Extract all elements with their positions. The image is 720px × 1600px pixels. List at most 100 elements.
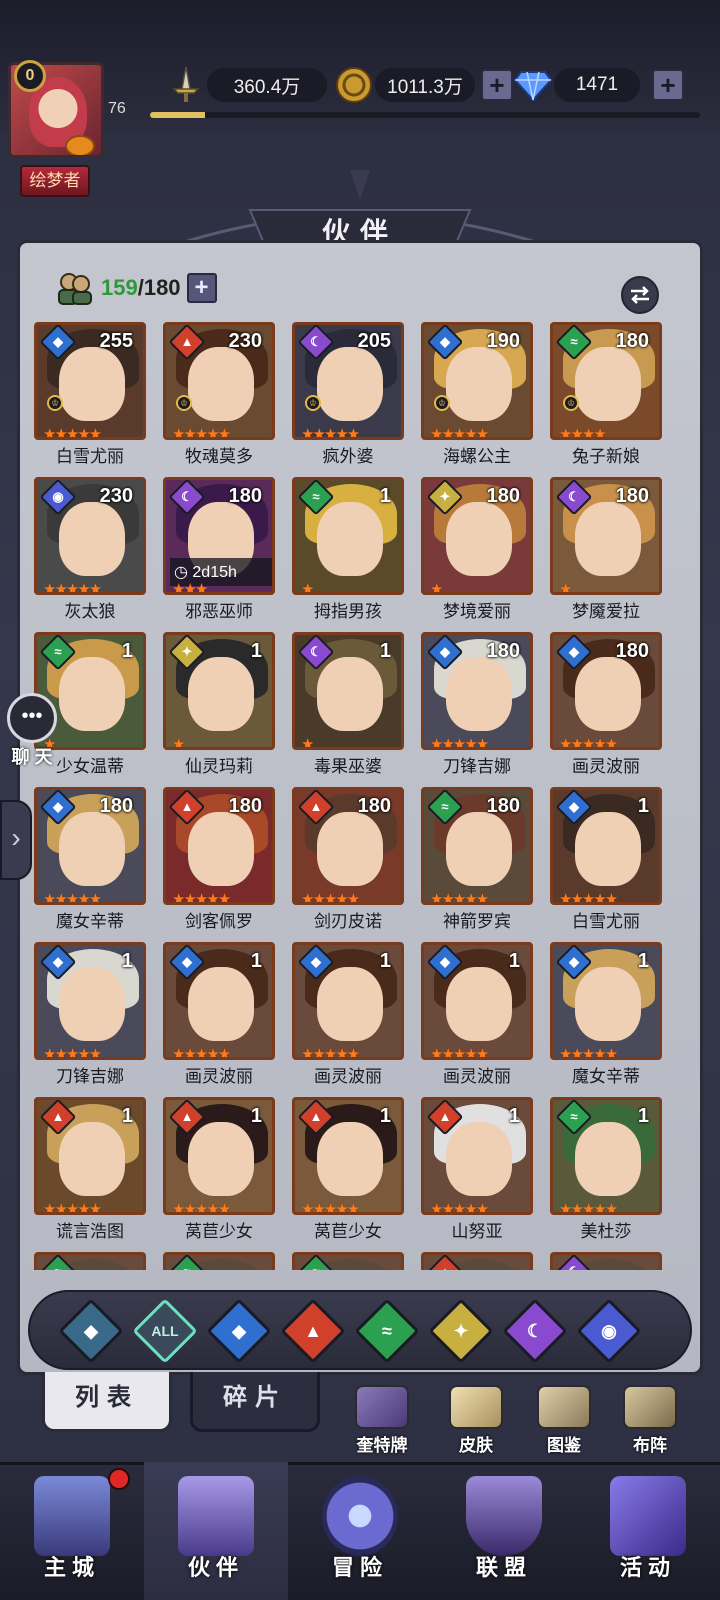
add-gold-button[interactable]: +	[481, 69, 513, 101]
companion-level: 1	[508, 950, 520, 972]
companion-card[interactable]: ▲ 1 ★★★★★ 莴苣少女	[159, 1097, 279, 1247]
companion-card[interactable]: ◆ 1 ★★★★★ 白雪尤丽	[546, 787, 666, 937]
companion-name: 魔女辛蒂	[56, 912, 124, 931]
formation-button[interactable]: 布阵	[614, 1385, 686, 1455]
tarot-button[interactable]: 奎特牌	[346, 1385, 418, 1455]
companion-card[interactable]: ☾ 1 ★ 毒果巫婆	[288, 632, 408, 782]
star-rating: ★	[301, 736, 315, 750]
expand-capacity-button[interactable]: +	[186, 273, 217, 303]
companion-card[interactable]: ≈	[159, 1252, 279, 1270]
companion-card[interactable]: ≈180 ♔ ★★★★ 兔子新娘	[546, 322, 666, 472]
filter-wind-icon[interactable]: ≈	[354, 1298, 420, 1364]
companion-card[interactable]: ▲ 1 ★★★★★ 山努亚	[417, 1097, 537, 1247]
companion-card[interactable]: ◆ 1 ★★★★★ 画灵波丽	[159, 942, 279, 1092]
companion-card[interactable]: ≈	[30, 1252, 150, 1270]
player-title-badge[interactable]: 绘梦者	[20, 165, 90, 197]
companion-card[interactable]: ◆ 180 ★★★★★ 刀锋吉娜	[417, 632, 537, 782]
star-rating: ★★★★★	[301, 1046, 360, 1060]
companion-portrait: ≈	[292, 1252, 404, 1270]
companion-name: 剑刃皮诺	[314, 912, 382, 931]
companion-card[interactable]: ☾	[546, 1252, 666, 1270]
companion-portrait: ≈1 ★	[292, 477, 404, 595]
companion-card[interactable]: ≈1 ★ 拇指男孩	[288, 477, 408, 627]
companion-name: 画灵波丽	[443, 1067, 511, 1086]
star-rating: ★★★★★	[430, 891, 489, 905]
companion-level: 1	[637, 795, 649, 817]
companion-level: 180	[357, 795, 391, 817]
sort-toggle-button[interactable]	[621, 276, 659, 314]
companion-card[interactable]: ≈1 ★★★★★ 美杜莎	[546, 1097, 666, 1247]
filter-all-icon[interactable]: ALL	[132, 1298, 198, 1364]
add-gem-button[interactable]: +	[652, 69, 684, 101]
skins-button[interactable]: 皮肤	[440, 1385, 512, 1455]
companion-card[interactable]: ▲	[417, 1252, 537, 1270]
chat-label: 聊 天	[11, 747, 53, 767]
companion-portrait: ◆ 1 ★★★★★	[34, 942, 146, 1060]
companion-name: 谎言浩图	[56, 1222, 124, 1241]
companion-count-text: 159/180	[101, 275, 181, 301]
filter-cosmos-icon[interactable]: ◉	[576, 1298, 642, 1364]
companion-card[interactable]: ◆ 1 ★★★★★ 魔女辛蒂	[546, 942, 666, 1092]
companion-card[interactable]: ≈	[288, 1252, 408, 1270]
nav-events[interactable]: 活动	[576, 1462, 720, 1600]
companion-name: 画灵波丽	[185, 1067, 253, 1086]
nav-partners[interactable]: 伙伴	[144, 1462, 288, 1600]
exp-bar	[150, 112, 700, 118]
filter-moon-icon[interactable]: ☾	[502, 1298, 568, 1364]
companion-level: 1	[379, 485, 391, 507]
tab-list[interactable]: 列表	[42, 1372, 172, 1432]
crown-icon: ♔	[434, 395, 450, 411]
companion-portrait: ◆ 1 ★★★★★	[163, 942, 275, 1060]
companion-name: 莴苣少女	[314, 1222, 382, 1241]
companion-card[interactable]: ☾ 180 ◷ 2d15h ★★★ 邪恶巫师	[159, 477, 279, 627]
filter-cosmos-top-icon[interactable]: ◆	[58, 1298, 124, 1364]
companion-portrait: ☾	[550, 1252, 662, 1270]
companion-card[interactable]: ▲ 1 ★★★★★ 谎言浩图	[30, 1097, 150, 1247]
star-rating: ★★★★★	[559, 736, 618, 750]
gold-value: 1011.3万	[375, 68, 475, 102]
companion-card[interactable]: ◆ 190 ♔ ★★★★★ 海螺公主	[417, 322, 537, 472]
chat-button[interactable]: ••• 聊 天	[2, 693, 62, 767]
companion-card[interactable]: ▲ 230 ♔ ★★★★★ 牧魂莫多	[159, 322, 279, 472]
portrait-face	[317, 657, 383, 731]
companion-card[interactable]: ☾ 180 ★ 梦魇爱拉	[546, 477, 666, 627]
companion-name: 画灵波丽	[572, 757, 640, 776]
companion-card[interactable]: ◆ 180 ★★★★★ 画灵波丽	[546, 632, 666, 782]
nav-guild[interactable]: 联盟	[432, 1462, 576, 1600]
companion-level: 190	[486, 330, 520, 352]
companion-level: 180	[486, 795, 520, 817]
filter-water-icon[interactable]: ◆	[206, 1298, 272, 1364]
codex-button[interactable]: 图鉴	[528, 1385, 600, 1455]
companion-name: 莴苣少女	[185, 1222, 253, 1241]
companion-card[interactable]: ≈180 ★★★★★ 神箭罗宾	[417, 787, 537, 937]
star-rating: ★★★★★	[172, 1046, 231, 1060]
companion-portrait: ◆ 255 ♔ ★★★★★	[34, 322, 146, 440]
side-panel-toggle[interactable]: ›	[0, 800, 32, 880]
companion-card[interactable]: ▲ 180 ★★★★★ 剑刃皮诺	[288, 787, 408, 937]
companion-card[interactable]: ◉ 230 ★★★★★ 灰太狼	[30, 477, 150, 627]
companion-level: 230	[228, 330, 262, 352]
filter-light-icon[interactable]: ✦	[428, 1298, 494, 1364]
companion-card[interactable]: ◆ 1 ★★★★★ 刀锋吉娜	[30, 942, 150, 1092]
portrait-face	[188, 657, 254, 731]
companion-portrait: ▲ 180 ★★★★★	[292, 787, 404, 905]
portrait-face	[446, 657, 512, 731]
companion-card[interactable]: ☾ 205 ♔ ★★★★★ 疯外婆	[288, 322, 408, 472]
filter-fire-icon[interactable]: ▲	[280, 1298, 346, 1364]
nav-adventure[interactable]: 冒险	[288, 1462, 432, 1600]
portrait-face	[59, 347, 125, 421]
companion-card[interactable]: ◆ 180 ★★★★★ 魔女辛蒂	[30, 787, 150, 937]
companion-level: 1	[121, 640, 133, 662]
companion-card[interactable]: ◆ 1 ★★★★★ 画灵波丽	[417, 942, 537, 1092]
companion-card[interactable]: ◆ 255 ♔ ★★★★★ 白雪尤丽	[30, 322, 150, 472]
companion-card[interactable]: ✦ 1 ★ 仙灵玛莉	[159, 632, 279, 782]
tab-shards[interactable]: 碎片	[190, 1372, 320, 1432]
companion-card[interactable]: ◆ 1 ★★★★★ 画灵波丽	[288, 942, 408, 1092]
companion-portrait: ◆ 190 ♔ ★★★★★	[421, 322, 533, 440]
companion-portrait: ◆ 1 ★★★★★	[421, 942, 533, 1060]
companion-card[interactable]: ▲ 180 ★★★★★ 剑客佩罗	[159, 787, 279, 937]
vip-level-badge: 0	[14, 60, 46, 92]
companion-portrait: ◆ 1 ★★★★★	[292, 942, 404, 1060]
companion-card[interactable]: ▲ 1 ★★★★★ 莴苣少女	[288, 1097, 408, 1247]
companion-card[interactable]: ✦ 180 ★ 梦境爱丽	[417, 477, 537, 627]
